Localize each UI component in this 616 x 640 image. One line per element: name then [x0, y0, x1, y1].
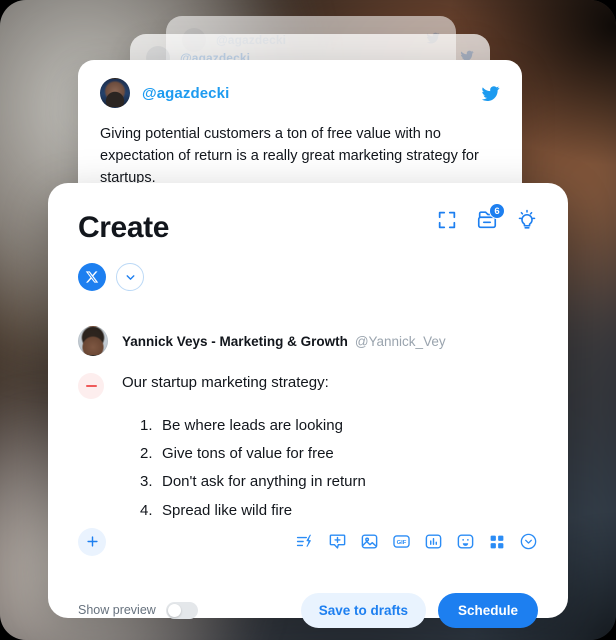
- list-item-number: 1.: [140, 417, 153, 434]
- lightbulb-icon[interactable]: [516, 209, 538, 231]
- tweet-handle[interactable]: @agazdecki: [142, 85, 229, 102]
- gif-icon[interactable]: GIF: [392, 532, 411, 551]
- panel-header: Create 6: [78, 203, 538, 244]
- save-to-drafts-button[interactable]: Save to drafts: [300, 592, 426, 628]
- toolbar-icons: GIF: [296, 532, 538, 551]
- x-logo-icon[interactable]: [78, 263, 106, 291]
- panel-footer: Show preview Save to drafts Schedule: [78, 576, 538, 628]
- author-handle: @Yannick_Vey: [354, 333, 446, 349]
- expand-icon[interactable]: [436, 209, 458, 231]
- svg-text:GIF: GIF: [397, 540, 407, 546]
- page-title: Create: [78, 211, 169, 244]
- image-icon[interactable]: [360, 532, 379, 551]
- chevron-down-icon[interactable]: [116, 263, 144, 291]
- avatar: [78, 326, 108, 356]
- create-panel: Create 6 Yannick Veys - Marketing & Grow…: [48, 183, 568, 628]
- toggle-knob: [167, 603, 181, 617]
- drafts-badge: 6: [489, 203, 505, 219]
- tweet-card-header: @agazdecki: [100, 78, 500, 108]
- add-thread-icon[interactable]: [328, 532, 347, 551]
- list-item[interactable]: 3. Don't ask for anything in return: [140, 471, 538, 493]
- tweet-body-text: Giving potential customers a ton of free…: [100, 126, 479, 186]
- list-item-label: Spread like wild fire: [162, 501, 293, 519]
- composer-toolbar: GIF: [78, 527, 538, 560]
- list-item-label: Give tons of value for free: [162, 445, 334, 463]
- list-item[interactable]: 2. Give tons of value for free: [140, 443, 538, 465]
- minus-bar: [85, 385, 97, 387]
- list-item-label: Be where leads are looking: [162, 417, 343, 434]
- list-item-number: 4.: [140, 501, 153, 519]
- minus-icon[interactable]: [78, 373, 104, 399]
- account-selector: [78, 263, 538, 291]
- header-actions: 6: [436, 203, 538, 231]
- drafts-icon[interactable]: 6: [476, 203, 505, 231]
- schedule-button[interactable]: Schedule: [437, 592, 538, 628]
- poll-icon[interactable]: [424, 532, 443, 551]
- ai-write-icon[interactable]: [296, 532, 315, 551]
- show-preview-label: Show preview: [78, 603, 156, 618]
- list-item-label: Don't ask for anything in return: [162, 473, 366, 491]
- twitter-bird-icon: [481, 84, 500, 103]
- chevron-down-icon[interactable]: [519, 532, 538, 551]
- apps-grid-icon[interactable]: [488, 533, 506, 551]
- author-row: Yannick Veys - Marketing & Growth @Yanni…: [78, 326, 538, 356]
- author-name: Yannick Veys - Marketing & Growth: [122, 333, 348, 349]
- plus-icon[interactable]: [78, 527, 106, 556]
- emoji-icon[interactable]: [456, 532, 475, 551]
- composer-row: Our startup marketing strategy:: [78, 372, 538, 399]
- app-root: @agazdecki @agazdecki Giving potential @…: [0, 0, 616, 640]
- list-item-number: 3.: [140, 473, 153, 491]
- footer-buttons: Save to drafts Schedule: [300, 592, 538, 628]
- list-item[interactable]: 1. Be where leads are looking: [140, 415, 538, 437]
- show-preview-toggle[interactable]: [165, 601, 198, 619]
- composer-list: 1. Be where leads are looking 2. Give to…: [140, 415, 538, 528]
- avatar: [100, 78, 130, 108]
- list-item-number: 2.: [140, 445, 153, 463]
- composer-text[interactable]: Our startup marketing strategy:: [122, 372, 329, 394]
- list-item[interactable]: 4. Spread like wild fire: [140, 500, 538, 522]
